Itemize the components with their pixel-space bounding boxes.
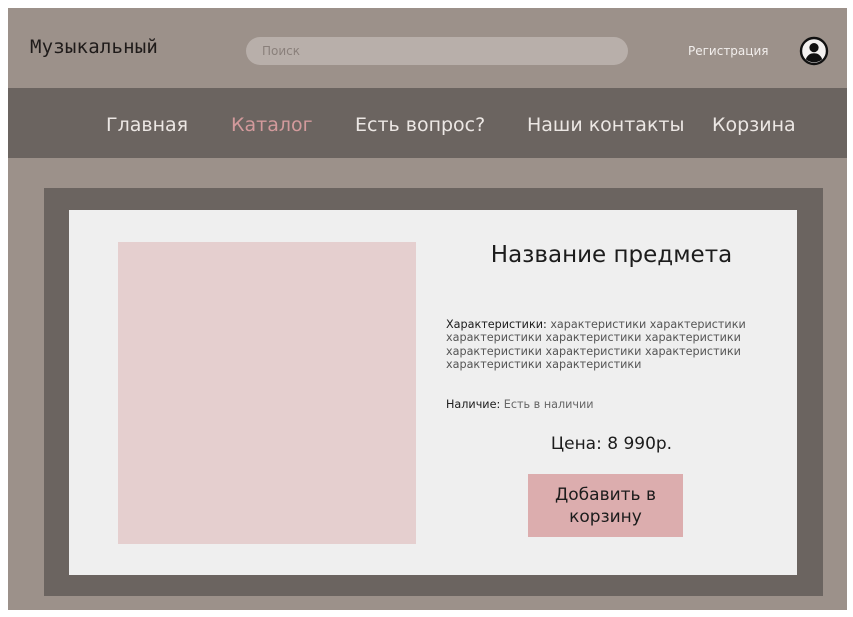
product-section: Название предмета Характеристики: характ…: [44, 188, 823, 596]
product-image: [118, 242, 416, 544]
nav-item-contacts[interactable]: Наши контакты: [527, 114, 684, 136]
main-nav: Главная Каталог Есть вопрос? Наши контак…: [8, 88, 847, 158]
header: Музыкальный Регистрация: [8, 8, 847, 88]
search-input[interactable]: [246, 37, 628, 65]
register-link[interactable]: Регистрация: [688, 44, 768, 58]
availability-label: Наличие:: [446, 398, 501, 411]
nav-item-home[interactable]: Главная: [106, 114, 188, 136]
specs-label: Характеристики:: [446, 318, 547, 331]
brand-logo[interactable]: Музыкальный: [30, 36, 158, 58]
nav-item-cart[interactable]: Корзина: [712, 114, 796, 136]
product-specs: Характеристики: характеристики характери…: [446, 318, 786, 372]
add-to-cart-button[interactable]: Добавить в корзину: [528, 474, 683, 537]
availability-value: Есть в наличии: [503, 398, 594, 411]
nav-item-question[interactable]: Есть вопрос?: [355, 114, 485, 136]
page-frame: Музыкальный Регистрация Главная Каталог …: [8, 8, 847, 610]
user-circle-icon[interactable]: [799, 36, 829, 66]
product-title: Название предмета: [490, 242, 733, 268]
availability: Наличие: Есть в наличии: [446, 398, 594, 411]
nav-item-catalog[interactable]: Каталог: [231, 114, 313, 136]
product-card: Название предмета Характеристики: характ…: [69, 210, 797, 575]
product-price: Цена: 8 990р.: [550, 434, 673, 454]
